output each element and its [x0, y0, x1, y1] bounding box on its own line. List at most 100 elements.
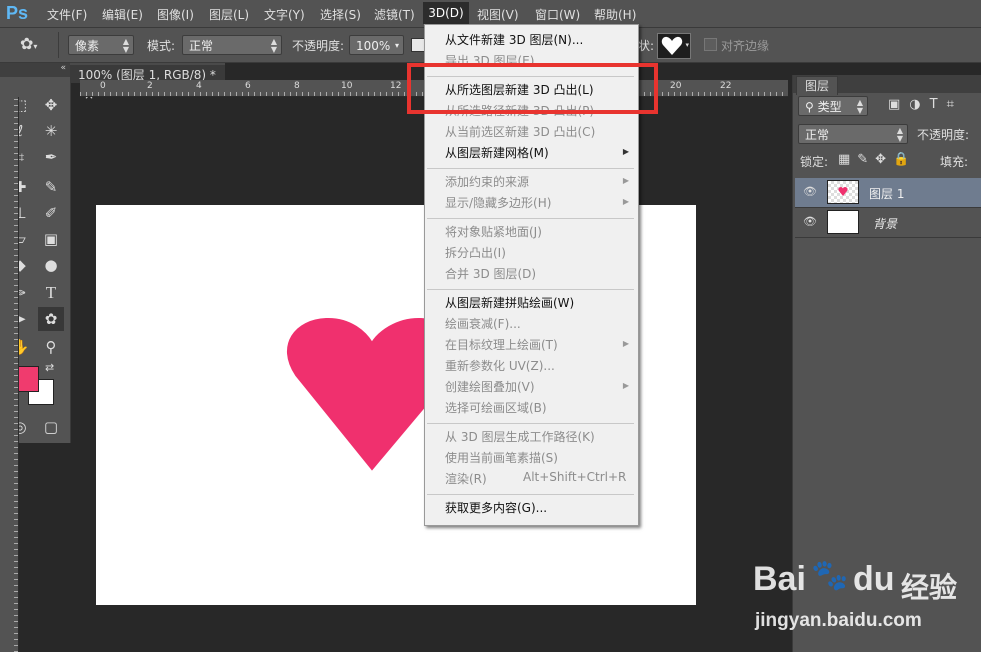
menu-view[interactable]: 视图(V) [477, 6, 519, 23]
menu-item: 创建绘图叠加(V) [445, 378, 535, 395]
menu-item: 将对象贴紧地面(J) [445, 223, 542, 240]
menu-separator [427, 168, 634, 169]
eyedropper-tool-icon[interactable]: ✒ [38, 145, 64, 169]
menu-item-label: 从图层新建网格(M) [445, 146, 549, 160]
vruler-ticks-marks [14, 97, 18, 652]
highlight-annotation-box [407, 63, 658, 114]
menu-item: 使用当前画笔素描(S) [445, 449, 558, 466]
lock-label: 锁定: [800, 155, 829, 169]
align-edges-label: 对齐边缘 [721, 39, 770, 53]
menu-item[interactable]: 从文件新建 3D 图层(N)... [445, 31, 583, 48]
layer-row-layer1[interactable]: 👁 图层 1 [795, 178, 981, 208]
layer-filter-select[interactable]: ⚲ 类型 ▲ ▼ [798, 96, 868, 116]
tool-mode-select[interactable]: 像素 ▲ ▼ [68, 35, 134, 55]
lock-icons[interactable]: ▦✎✥🔒 [838, 152, 916, 167]
custom-shape-tool-icon[interactable]: ✿ [38, 307, 64, 331]
menu-separator [427, 423, 634, 424]
menu-3d[interactable]: 3D(D) [423, 2, 469, 24]
menu-item-label: 重新参数化 UV(Z)... [445, 359, 555, 373]
menu-item-label: 拆分凸出(I) [445, 246, 506, 260]
zoom-tool-icon[interactable]: ⚲ [38, 335, 64, 359]
custom-shape-tool-preset-icon[interactable]: ✿▾ [20, 34, 50, 56]
search-icon: ⚲ [805, 100, 814, 114]
opacity-input[interactable]: 100% ▾ [349, 35, 404, 55]
app-logo: Ps [6, 3, 29, 23]
submenu-arrow-icon: ▶ [622, 339, 629, 348]
menu-separator [427, 494, 634, 495]
menu-item-label: 在目标纹理上绘画(T) [445, 338, 558, 352]
watermark-url: jingyan.baidu.com [755, 610, 922, 631]
layer-filter-icons[interactable]: ▣◑T⌗ [888, 97, 963, 112]
layer-thumbnail [827, 210, 859, 234]
menu-item[interactable]: 从图层新建拼贴绘画(W) [445, 294, 574, 311]
layer-row-background[interactable]: 👁 背景 [795, 208, 981, 238]
menu-window[interactable]: 窗口(W) [535, 6, 580, 23]
menu-item: 合并 3D 图层(D) [445, 265, 536, 282]
paw-logo-icon: 🐾 [811, 558, 849, 593]
menu-item: 拆分凸出(I) [445, 244, 506, 261]
type-tool-icon[interactable]: T [38, 281, 64, 305]
layer-opacity-label: 不透明度: [917, 128, 970, 142]
layer-blend-mode-select[interactable]: 正常 ▲ ▼ [798, 124, 908, 144]
menu-item-label: 显示/隐藏多边形(H) [445, 196, 552, 210]
antialias-checkbox[interactable] [411, 38, 425, 52]
watermark-brand-cn: 经验 [901, 571, 958, 604]
menu-item-label: 将对象贴紧地面(J) [445, 225, 542, 239]
ruler-tick: 20 [670, 81, 682, 91]
menu-item-label: 添加约束的来源 [445, 175, 530, 189]
menu-image[interactable]: 图像(I) [157, 6, 194, 23]
shape-label: 状: [638, 39, 655, 53]
shape-picker[interactable]: ▾ [657, 33, 691, 59]
align-edges-checkbox[interactable] [704, 38, 717, 51]
blend-mode-select[interactable]: 正常 ▲ ▼ [182, 35, 282, 55]
layers-tab[interactable]: 图层 [796, 76, 838, 95]
menu-item[interactable]: 获取更多内容(G)... [445, 499, 547, 516]
menu-item: 从当前选区新建 3D 凸出(C) [445, 123, 595, 140]
menu-item: 显示/隐藏多边形(H) [445, 194, 551, 211]
menu-item-label: 从当前选区新建 3D 凸出(C) [445, 125, 596, 139]
divider [58, 32, 59, 58]
menu-item-label: 使用当前画笔素描(S) [445, 451, 558, 465]
menu-item[interactable]: 从图层新建网格(M) [445, 144, 549, 161]
visibility-eye-icon[interactable]: 👁 [803, 185, 817, 198]
menu-item-label: 从文件新建 3D 图层(N)... [445, 33, 584, 47]
submenu-arrow-icon: ▶ [622, 176, 629, 185]
menu-item-label: 选择可绘画区域(B) [445, 401, 547, 415]
menu-help[interactable]: 帮助(H) [594, 6, 636, 23]
menu-filter[interactable]: 滤镜(T) [374, 6, 415, 23]
menu-file[interactable]: 文件(F) [47, 6, 87, 23]
menu-select[interactable]: 选择(S) [320, 6, 361, 23]
submenu-arrow-icon: ▶ [622, 197, 629, 206]
ruler-tick: 10 [341, 81, 353, 91]
tools-collapse-icon[interactable]: « [0, 63, 70, 77]
ruler-tick: 0 [100, 81, 106, 91]
menu-item: 从 3D 图层生成工作路径(K) [445, 428, 595, 445]
brush-tool-icon[interactable]: ✎ [38, 175, 64, 199]
history-brush-tool-icon[interactable]: ✐ [38, 201, 64, 225]
menu-item-label: 从图层新建拼贴绘画(W) [445, 296, 575, 310]
magic-wand-tool-icon[interactable]: ✳ [38, 119, 64, 143]
swap-colors-icon[interactable]: ⇄ [45, 361, 54, 374]
move-tool-icon[interactable]: ✥ [38, 93, 64, 117]
submenu-arrow-icon: ▶ [622, 381, 629, 390]
menu-separator [427, 289, 634, 290]
screen-mode-icon[interactable]: ▢ [38, 415, 64, 439]
ruler-tick: 4 [196, 81, 202, 91]
menu-edit[interactable]: 编辑(E) [102, 6, 143, 23]
menu-type[interactable]: 文字(Y) [264, 6, 305, 23]
layer-name: 图层 1 [869, 187, 905, 201]
opacity-label: 不透明度: [292, 39, 345, 53]
visibility-eye-icon[interactable]: 👁 [803, 215, 817, 228]
menu-item: 在目标纹理上绘画(T) [445, 336, 558, 353]
menu-item: 重新参数化 UV(Z)... [445, 357, 555, 374]
menu-item-label: 创建绘图叠加(V) [445, 380, 535, 394]
dodge-tool-icon[interactable]: ● [38, 253, 64, 277]
menu-layer[interactable]: 图层(L) [209, 6, 249, 23]
ruler-tick: 8 [294, 81, 300, 91]
menu-item-shortcut: Alt+Shift+Ctrl+R [523, 470, 627, 484]
ruler-tick: 2 [147, 81, 153, 91]
gradient-tool-icon[interactable]: ▣ [38, 227, 64, 251]
ruler-tick: 22 [720, 81, 732, 91]
menu-item: 选择可绘画区域(B) [445, 399, 547, 416]
menu-item: 渲染(R) [445, 470, 487, 487]
